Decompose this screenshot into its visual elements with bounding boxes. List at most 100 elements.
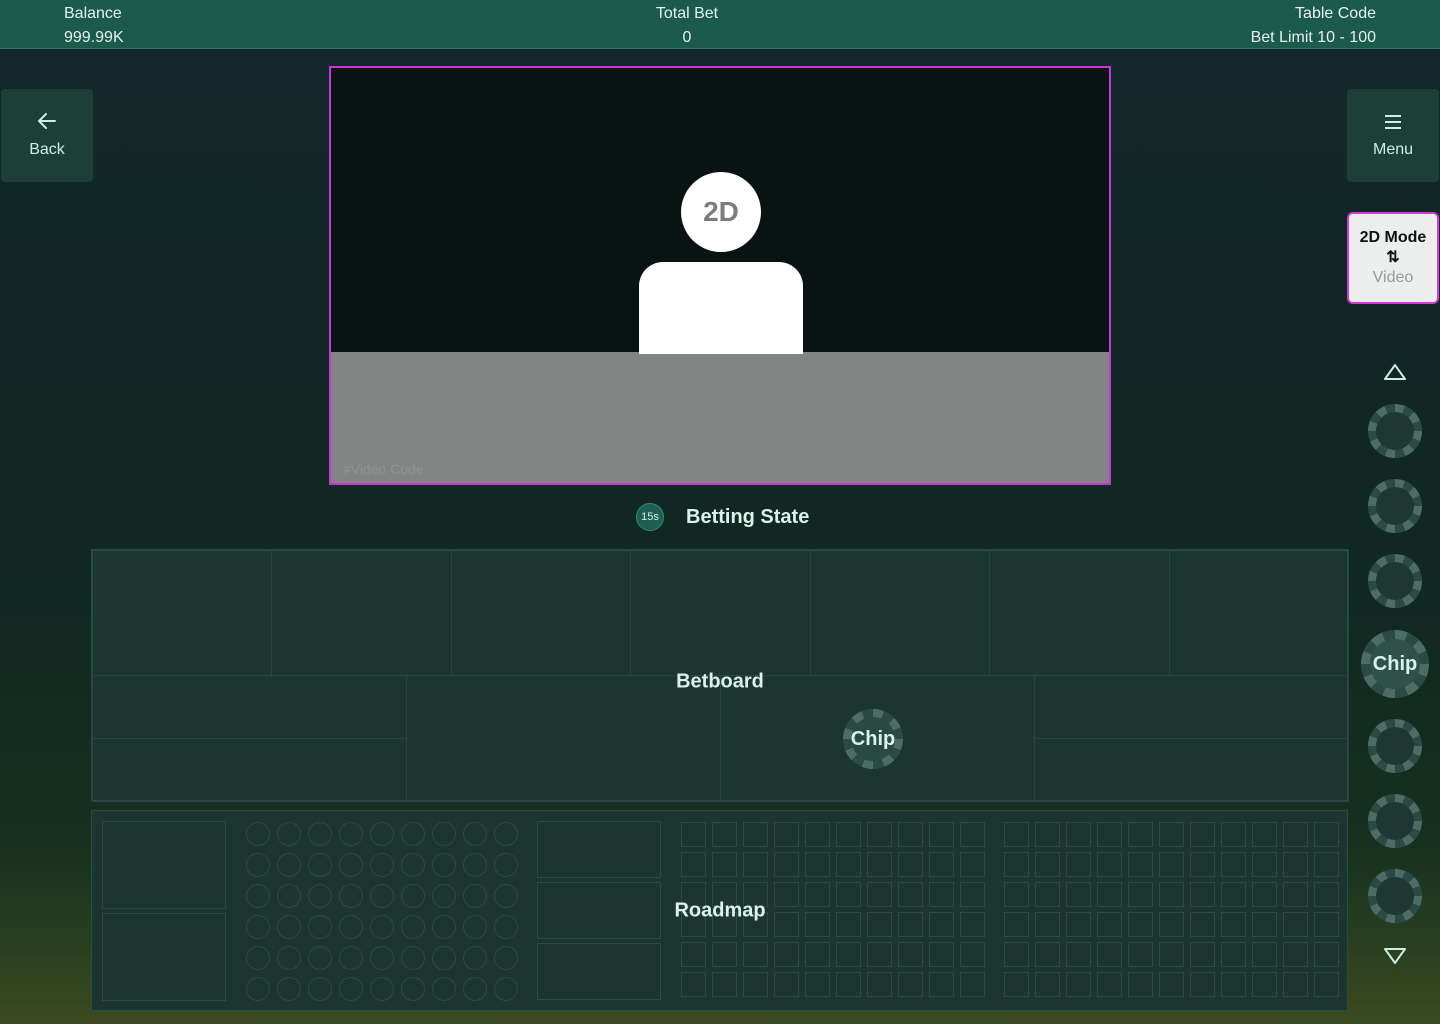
chip-scroll-down-icon[interactable] [1383, 946, 1407, 966]
roadmap-grid-cell [1035, 942, 1060, 967]
roadmap-grid-cell [1004, 942, 1029, 967]
roadmap-bead-cell [370, 884, 394, 908]
roadmap-grid-cell [681, 852, 706, 877]
chip-option[interactable] [1368, 404, 1422, 458]
roadmap-bead-cell [370, 946, 394, 970]
roadmap-grid-cell [1004, 912, 1029, 937]
roadmap-bead-cell [246, 884, 270, 908]
dealer-table-surface [331, 352, 1109, 483]
roadmap-grid-cell [681, 972, 706, 997]
roadmap-stat-box [537, 821, 661, 878]
roadmap-grid-cell [1066, 972, 1091, 997]
roadmap-bead-cell [401, 822, 425, 846]
bet-limit: Bet Limit 10 - 100 [1250, 29, 1376, 46]
roadmap-bead-cell [401, 915, 425, 939]
roadmap-grid-cell [1252, 822, 1277, 847]
roadmap-bead-cell [308, 977, 332, 1001]
roadmap-grid-cell [960, 942, 985, 967]
bet-spot[interactable] [92, 738, 407, 802]
roadmap-bead-cell [401, 853, 425, 877]
roadmap-grid-cell [836, 912, 861, 937]
roadmap-bead-cell [246, 946, 270, 970]
roadmap-grid-cell [1004, 882, 1029, 907]
bet-spot[interactable] [451, 550, 631, 676]
roadmap-bead-cell [494, 977, 518, 1001]
betting-state: 15s Betting State [636, 503, 809, 531]
bet-spot[interactable] [271, 550, 452, 676]
video-panel: 2D #Video Code [329, 66, 1111, 485]
bet-spot[interactable] [630, 550, 811, 676]
total-bet-label: Total Bet [655, 5, 719, 22]
arrow-left-icon [37, 112, 57, 135]
bet-spot[interactable] [92, 550, 272, 676]
roadmap-grid-cell [1097, 882, 1122, 907]
bet-spot[interactable] [810, 550, 990, 676]
chip-option[interactable] [1368, 479, 1422, 533]
roadmap-grid-cell [805, 822, 830, 847]
roadmap-grid-cell [681, 942, 706, 967]
roadmap-grid-cell [1221, 882, 1246, 907]
roadmap-grid-cell [867, 882, 892, 907]
mode-toggle-button[interactable]: 2D Mode ⇅ Video [1347, 212, 1439, 304]
roadmap-grid-cell [1035, 912, 1060, 937]
roadmap-grid-cell [1159, 852, 1184, 877]
roadmap-bead-cell [308, 822, 332, 846]
roadmap-bead-cell [494, 946, 518, 970]
roadmap-grid-cell [960, 912, 985, 937]
roadmap-grid-cell [712, 972, 737, 997]
bet-spot[interactable] [1169, 550, 1349, 676]
roadmap-grid-cell [960, 852, 985, 877]
roadmap-grid-cell [929, 882, 954, 907]
roadmap-bead-cell [463, 822, 487, 846]
roadmap-grid-cell [1190, 882, 1215, 907]
roadmap-grid-cell [836, 852, 861, 877]
roadmap-grid-cell [929, 852, 954, 877]
chip-option[interactable] [1368, 794, 1422, 848]
placed-chip[interactable]: Chip [843, 709, 903, 769]
roadmap-grid-cell [867, 852, 892, 877]
roadmap-bead-cell [339, 853, 363, 877]
roadmap-grid-cell [929, 822, 954, 847]
bet-spot[interactable] [1034, 675, 1349, 739]
chip-option[interactable] [1368, 869, 1422, 923]
roadmap-bead-cell [370, 915, 394, 939]
total-bet-block: Total Bet 0 [600, 2, 774, 50]
chip-scroll-up-icon[interactable] [1383, 362, 1407, 382]
roadmap-summary-box [102, 821, 226, 909]
roadmap-bead-cell [463, 884, 487, 908]
bet-spot[interactable] [406, 675, 721, 802]
roadmap-grid-cell [960, 972, 985, 997]
roadmap-bead-cell [370, 822, 394, 846]
roadmap-grid-cell [1066, 912, 1091, 937]
roadmap-grid-cell [805, 942, 830, 967]
roadmap-bead-cell [308, 946, 332, 970]
roadmap-grid-cell [774, 942, 799, 967]
bet-spot[interactable] [92, 675, 407, 739]
roadmap-bead-cell [339, 822, 363, 846]
roadmap-bead-cell [339, 977, 363, 1001]
table-info-block: Table Code Bet Limit 10 - 100 [1251, 2, 1376, 50]
bet-spot[interactable] [1034, 738, 1349, 802]
roadmap-grid-cell [836, 822, 861, 847]
placed-chip-label: Chip [850, 727, 896, 750]
menu-button[interactable]: Menu [1347, 89, 1439, 182]
betboard: Betboard Chip [91, 549, 1349, 802]
roadmap-bead-cell [308, 915, 332, 939]
chip-option[interactable] [1368, 719, 1422, 773]
roadmap-bead-cell [494, 884, 518, 908]
roadmap-grid-cell [1252, 972, 1277, 997]
chip-option[interactable] [1368, 554, 1422, 608]
back-button[interactable]: Back [1, 89, 93, 182]
roadmap-grid-cell [712, 822, 737, 847]
roadmap-grid-cell [774, 882, 799, 907]
roadmap-grid-cell [1190, 972, 1215, 997]
betboard-label: Betboard [676, 670, 764, 693]
roadmap-grid-cell [1097, 912, 1122, 937]
balance-label: Balance [64, 5, 122, 22]
chip-option-selected[interactable]: Chip [1361, 630, 1429, 698]
balance-value: 999.99K [64, 29, 124, 46]
roadmap-grid-cell [1097, 852, 1122, 877]
bet-spot[interactable] [989, 550, 1170, 676]
roadmap-grid-cell [743, 972, 768, 997]
roadmap-bead-cell [494, 822, 518, 846]
